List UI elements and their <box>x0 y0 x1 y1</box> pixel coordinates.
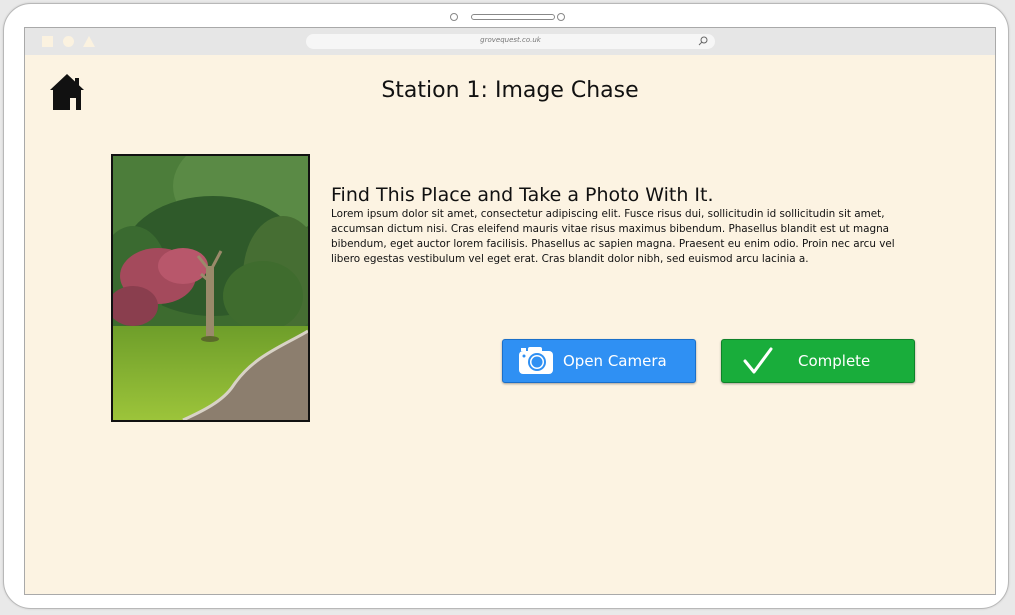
window-square-icon[interactable] <box>42 36 53 47</box>
location-photo <box>111 154 310 422</box>
complete-button[interactable]: Complete <box>721 339 915 383</box>
device-speaker <box>471 14 555 20</box>
camera-icon <box>518 345 554 379</box>
device-camera-dot <box>450 13 458 21</box>
screen: grovequest.co.uk Station 1: Image Chase <box>24 27 996 595</box>
window-circle-icon[interactable] <box>63 36 74 47</box>
task-heading: Find This Place and Take a Photo With It… <box>331 184 714 206</box>
open-camera-label: Open Camera <box>563 352 667 370</box>
address-bar[interactable]: grovequest.co.uk <box>306 34 715 49</box>
browser-toolbar: grovequest.co.uk <box>25 28 995 55</box>
task-description: Lorem ipsum dolor sit amet, consectetur … <box>331 208 895 265</box>
url-text: grovequest.co.uk <box>480 36 541 44</box>
complete-label: Complete <box>798 352 871 370</box>
window-triangle-icon[interactable] <box>83 36 95 47</box>
checkmark-icon <box>742 346 774 380</box>
device-sensor-dot <box>557 13 565 21</box>
open-camera-button[interactable]: Open Camera <box>502 339 696 383</box>
search-icon[interactable] <box>698 36 708 49</box>
page-title: Station 1: Image Chase <box>381 78 639 103</box>
tablet-frame: grovequest.co.uk Station 1: Image Chase <box>3 3 1009 609</box>
